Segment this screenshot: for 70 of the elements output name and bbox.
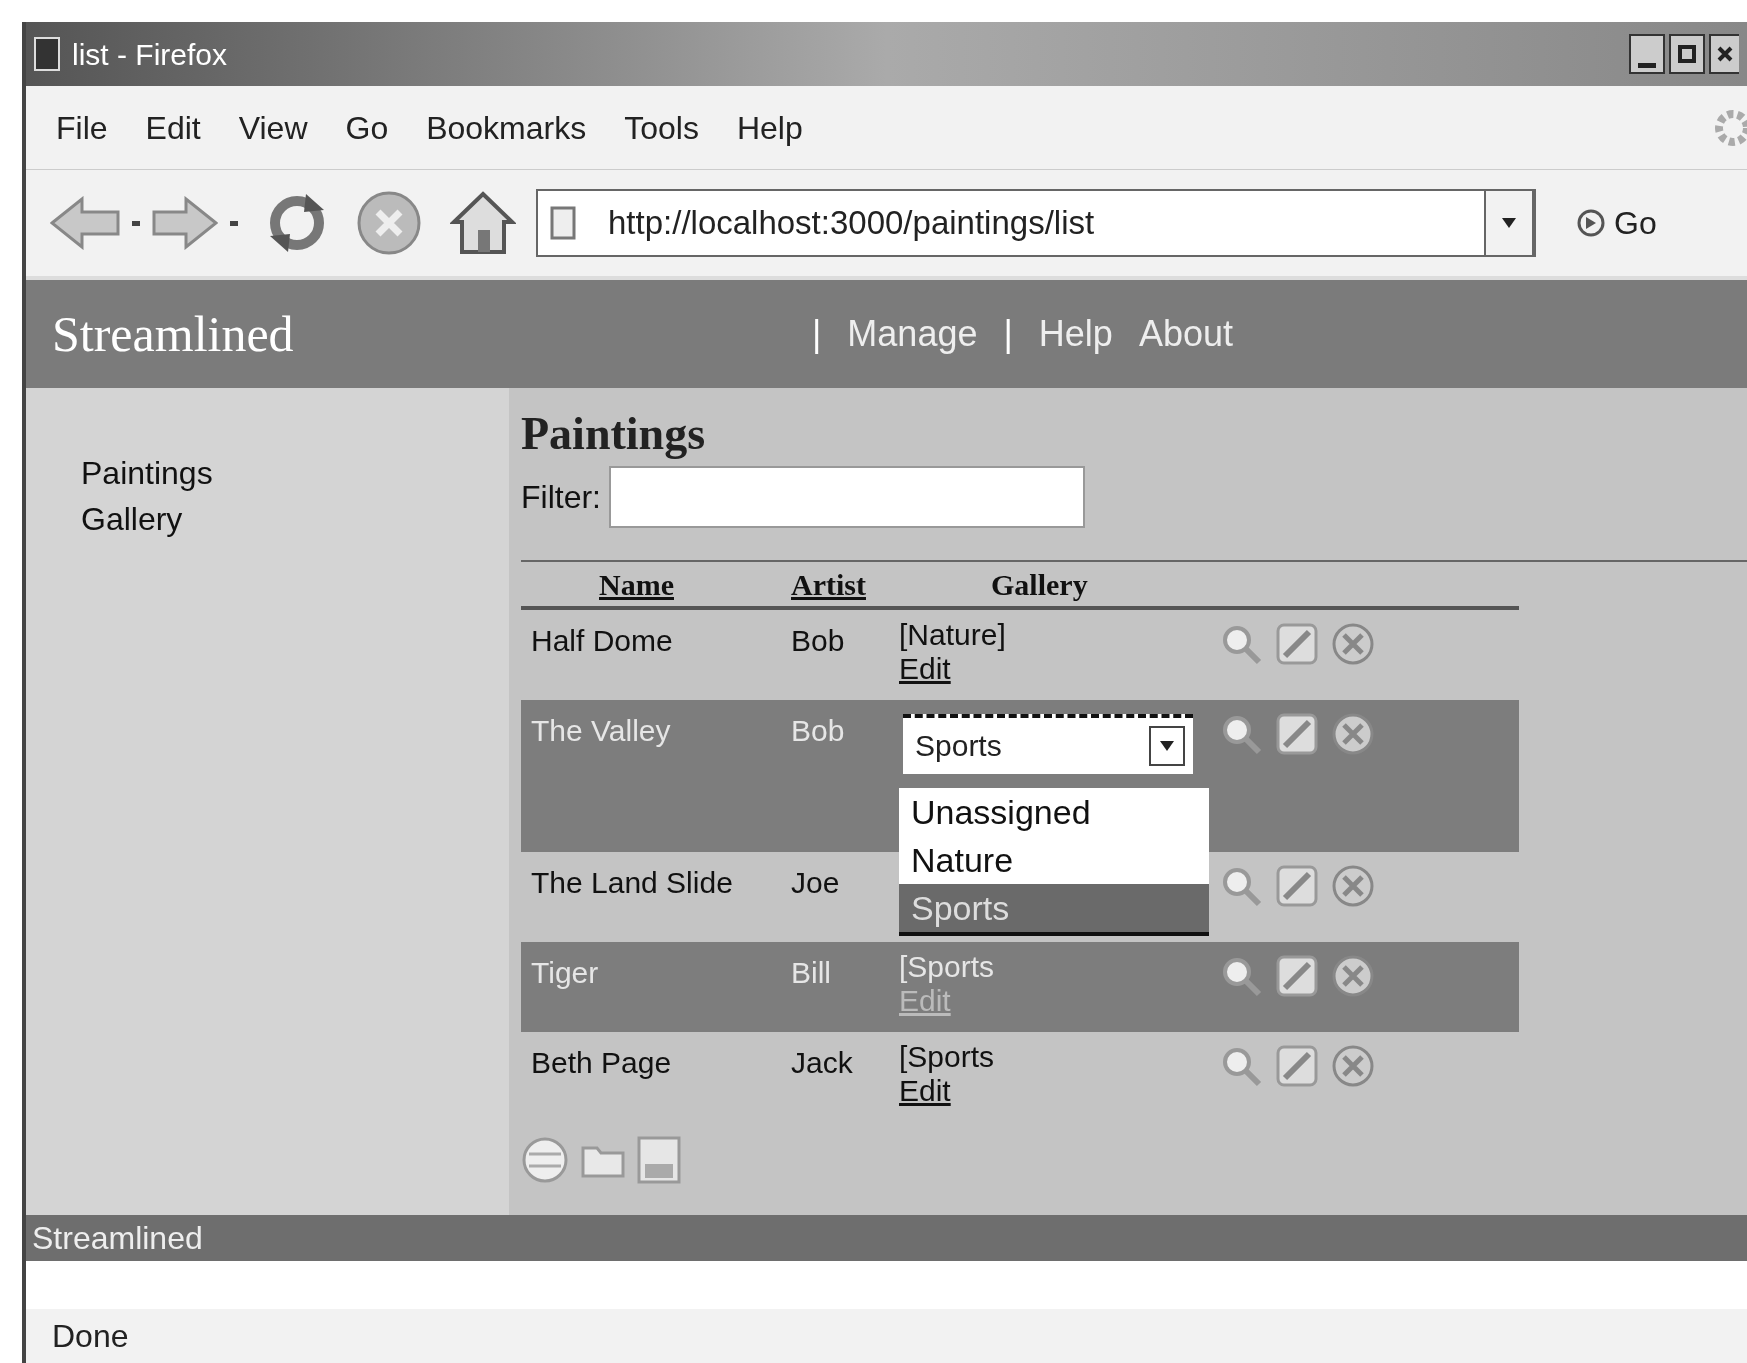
close-x-icon	[1717, 46, 1733, 62]
nav-link[interactable]: Help	[1038, 307, 1113, 361]
caret-icon	[1502, 218, 1516, 228]
page-icon	[550, 206, 576, 240]
delete-icon[interactable]	[1331, 1044, 1375, 1088]
table-cell: Beth Page	[531, 1046, 672, 1079]
stop-icon[interactable]	[356, 190, 422, 256]
edit-link[interactable]: Edit	[899, 1074, 1219, 1108]
menu-item[interactable]: Bookmarks	[426, 103, 587, 152]
close-button[interactable]	[1709, 34, 1739, 74]
pencil-icon[interactable]	[1275, 954, 1319, 998]
edit-link[interactable]: Edit	[899, 652, 1219, 686]
delete-icon[interactable]	[1331, 864, 1375, 908]
nav-separator: |	[1003, 312, 1013, 356]
menu-item[interactable]: Edit	[145, 103, 201, 152]
sidebar-link[interactable]: Gallery	[81, 496, 509, 542]
table-cell: Bill	[791, 956, 831, 989]
window-title: list - Firefox	[72, 36, 227, 73]
page-title: Paintings	[521, 407, 707, 461]
dropdown-option[interactable]: Sports	[899, 884, 1209, 932]
gallery-select[interactable]: Sports	[903, 714, 1193, 774]
table-cell-text: [Nature]	[899, 618, 1007, 652]
filter-field[interactable]	[609, 466, 1085, 528]
delete-icon[interactable]	[1331, 712, 1375, 756]
delete-icon[interactable]	[1331, 954, 1375, 998]
delete-icon[interactable]	[1331, 622, 1375, 666]
table-cell-text: [Sports	[899, 1040, 996, 1074]
home-icon[interactable]	[450, 190, 516, 256]
column-header: Gallery	[991, 567, 1088, 601]
menu-item[interactable]: File	[56, 103, 108, 152]
forward-arrow-icon[interactable]	[152, 196, 218, 250]
status-text: Done	[52, 1317, 129, 1356]
pencil-icon[interactable]	[1275, 1044, 1319, 1088]
address-field[interactable]: http://localhost:3000/paintings/list	[536, 189, 1536, 257]
menu-item[interactable]: Help	[736, 103, 803, 152]
table-cell-text: [Sports	[899, 950, 996, 984]
window-icon	[34, 37, 60, 71]
filter-label: Filter:	[521, 478, 601, 517]
table-cell: Joe	[791, 866, 840, 899]
table-cell: Bob	[791, 714, 845, 747]
footer-text: Streamlined	[32, 1219, 203, 1258]
dropdown-option[interactable]: Unassigned	[899, 788, 1209, 836]
table-cell: Bob	[791, 624, 845, 657]
table-cell: Jack	[791, 1046, 853, 1079]
column-header-link[interactable]: Artist	[791, 567, 866, 601]
dropdown-option[interactable]: Nature	[899, 836, 1209, 884]
address-dropdown-button[interactable]	[1484, 189, 1534, 257]
table-cell: The Valley	[531, 714, 671, 747]
go-button[interactable]: Go	[1576, 199, 1657, 247]
nav-link[interactable]: About	[1138, 307, 1233, 361]
table-cell: Half Dome	[531, 624, 673, 657]
pencil-icon[interactable]	[1275, 864, 1319, 908]
table-cell: The Land Slide	[531, 866, 733, 899]
nav-separator: |	[812, 312, 822, 356]
pencil-icon[interactable]	[1275, 622, 1319, 666]
column-header-link[interactable]: Name	[599, 567, 674, 601]
throbber-icon	[1713, 107, 1747, 148]
menu-item[interactable]: View	[238, 103, 308, 152]
site-title: Streamlined	[52, 304, 295, 364]
globe-icon[interactable]	[521, 1136, 569, 1184]
table-cell: Tiger	[531, 956, 599, 989]
menu-item[interactable]: Tools	[624, 103, 699, 152]
pencil-icon[interactable]	[1275, 712, 1319, 756]
minimize-button[interactable]	[1629, 34, 1665, 74]
maximize-button[interactable]	[1669, 34, 1705, 74]
caret-icon	[1160, 741, 1174, 751]
menu-item[interactable]: Go	[345, 103, 389, 152]
nav-link[interactable]: Manage	[847, 307, 978, 361]
back-arrow-icon[interactable]	[50, 196, 120, 250]
sidebar-link[interactable]: Paintings	[81, 450, 509, 496]
